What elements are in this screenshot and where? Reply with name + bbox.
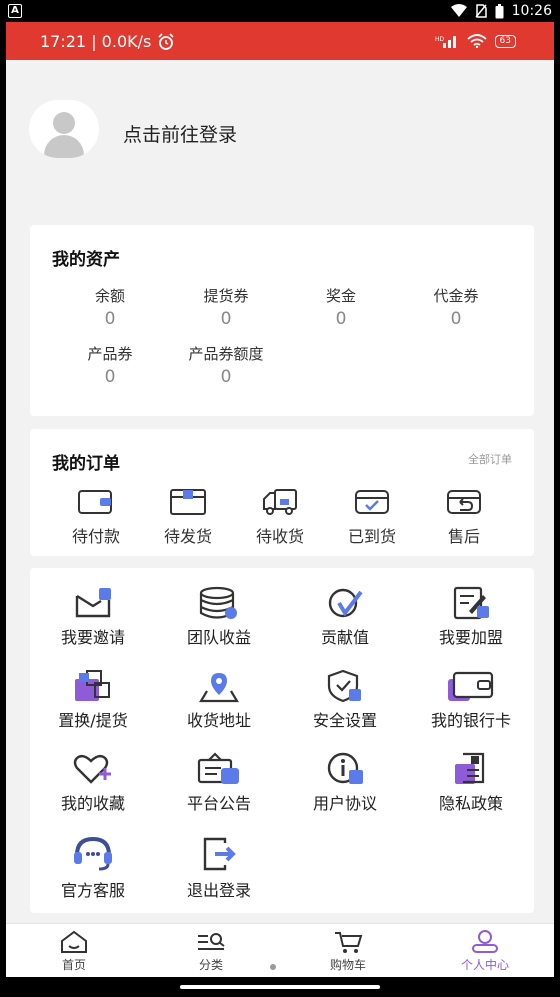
wallet-icon: [78, 490, 112, 514]
logout-icon: [203, 837, 236, 871]
time-speed: 17:21 | 0.0K/s: [40, 32, 152, 51]
app-notification-icon: A: [8, 4, 22, 18]
info-icon: [327, 752, 363, 784]
login-prompt[interactable]: 点击前往登录: [123, 120, 237, 147]
orders-title: 我的订单: [52, 454, 120, 474]
join-icon: [453, 586, 489, 620]
asset-product-voucher-quota[interactable]: 产品券额度 0: [166, 343, 286, 387]
tab-category[interactable]: 分类: [161, 930, 261, 973]
order-pending-shipment[interactable]: 待发货: [148, 487, 228, 547]
order-arrived[interactable]: 已到货: [332, 487, 412, 547]
asset-product-voucher[interactable]: 产品券 0: [50, 343, 170, 387]
notice-icon: [197, 752, 239, 784]
service-security-settings[interactable]: 安全设置: [282, 669, 408, 731]
service-logout[interactable]: 退出登录: [156, 835, 282, 901]
service-announcements[interactable]: 平台公告: [156, 752, 282, 814]
device-status-bar: A 10:26: [0, 0, 560, 22]
service-bank-card[interactable]: 我的银行卡: [408, 669, 534, 731]
asset-balance[interactable]: 余额 0: [50, 285, 170, 329]
device-time: 10:26: [511, 3, 552, 19]
wifi-icon: [450, 4, 467, 17]
orders-card: 我的订单 全部订单 待付款 待发货 待收货 已到货 售后: [30, 429, 534, 556]
phone-status-bar: 17:21 | 0.0K/s HD 63: [6, 22, 554, 60]
asset-bonus[interactable]: 奖金 0: [281, 285, 401, 329]
tab-profile[interactable]: 个人中心: [435, 930, 535, 973]
svg-text:HD: HD: [435, 36, 445, 43]
return-icon: [447, 490, 481, 514]
service-team-earnings[interactable]: 团队收益: [156, 586, 282, 648]
alarm-icon: [158, 32, 174, 50]
service-exchange[interactable]: 置换/提货: [30, 669, 156, 731]
home-indicator[interactable]: [180, 985, 380, 989]
wifi-icon-inner: [466, 34, 487, 48]
login-section[interactable]: 点击前往登录: [6, 60, 554, 225]
shield-icon: [327, 669, 361, 703]
all-orders-link[interactable]: 全部订单: [468, 451, 512, 467]
headset-icon: [74, 836, 112, 871]
order-pending-payment[interactable]: 待付款: [56, 487, 136, 547]
box-icon: [170, 489, 206, 515]
privacy-icon: [455, 752, 485, 784]
assets-title: 我的资产: [52, 250, 120, 270]
bottom-tab-bar: 首页 分类 购物车 个人中心: [6, 923, 554, 977]
service-privacy-policy[interactable]: 隐私政策: [408, 752, 534, 814]
order-pending-receipt[interactable]: 待收货: [240, 487, 320, 547]
tab-home[interactable]: 首页: [24, 930, 124, 973]
asset-pickup-voucher[interactable]: 提货券 0: [166, 285, 286, 329]
user-icon: [472, 930, 498, 953]
profile-page: 点击前往登录 我的资产 余额 0 提货券 0 奖金 0 代金券 0 产品券 0 …: [6, 60, 554, 977]
signal-icon: HD: [435, 36, 456, 48]
coins-icon: [199, 586, 237, 619]
service-shipping-address[interactable]: 收货地址: [156, 669, 282, 731]
truck-icon: [263, 489, 297, 515]
service-contribution[interactable]: 贡献值: [282, 586, 408, 648]
category-icon: [198, 933, 225, 950]
tab-cart[interactable]: 购物车: [298, 930, 398, 973]
service-user-agreement[interactable]: 用户协议: [282, 752, 408, 814]
service-invite[interactable]: 我要邀请: [30, 586, 156, 648]
heart-icon: [73, 754, 111, 784]
bank-card-icon: [448, 671, 494, 701]
order-after-sales[interactable]: 售后: [424, 487, 504, 547]
no-sim-icon: [475, 4, 487, 18]
location-icon: [199, 673, 239, 703]
exchange-icon: [75, 670, 110, 701]
page-indicator-dot: [270, 964, 276, 970]
contribution-icon: [328, 588, 363, 618]
service-join[interactable]: 我要加盟: [408, 586, 534, 648]
assets-card: 我的资产 余额 0 提货券 0 奖金 0 代金券 0 产品券 0 产品券额度 0: [30, 225, 534, 416]
services-card: 我要邀请 团队收益 贡献值 我要加盟 置换/提货 收货地址 安全设置 我的银行卡…: [30, 568, 534, 913]
service-favorites[interactable]: 我的收藏: [30, 752, 156, 814]
avatar[interactable]: [29, 100, 99, 158]
cart-icon: [335, 932, 363, 953]
invite-icon: [75, 588, 111, 618]
service-customer-support[interactable]: 官方客服: [30, 835, 156, 901]
arrived-box-icon: [355, 490, 389, 514]
asset-cash-voucher[interactable]: 代金券 0: [396, 285, 516, 329]
battery-icon: [495, 3, 504, 18]
battery-level: 63: [494, 34, 516, 48]
home-icon: [61, 930, 87, 953]
